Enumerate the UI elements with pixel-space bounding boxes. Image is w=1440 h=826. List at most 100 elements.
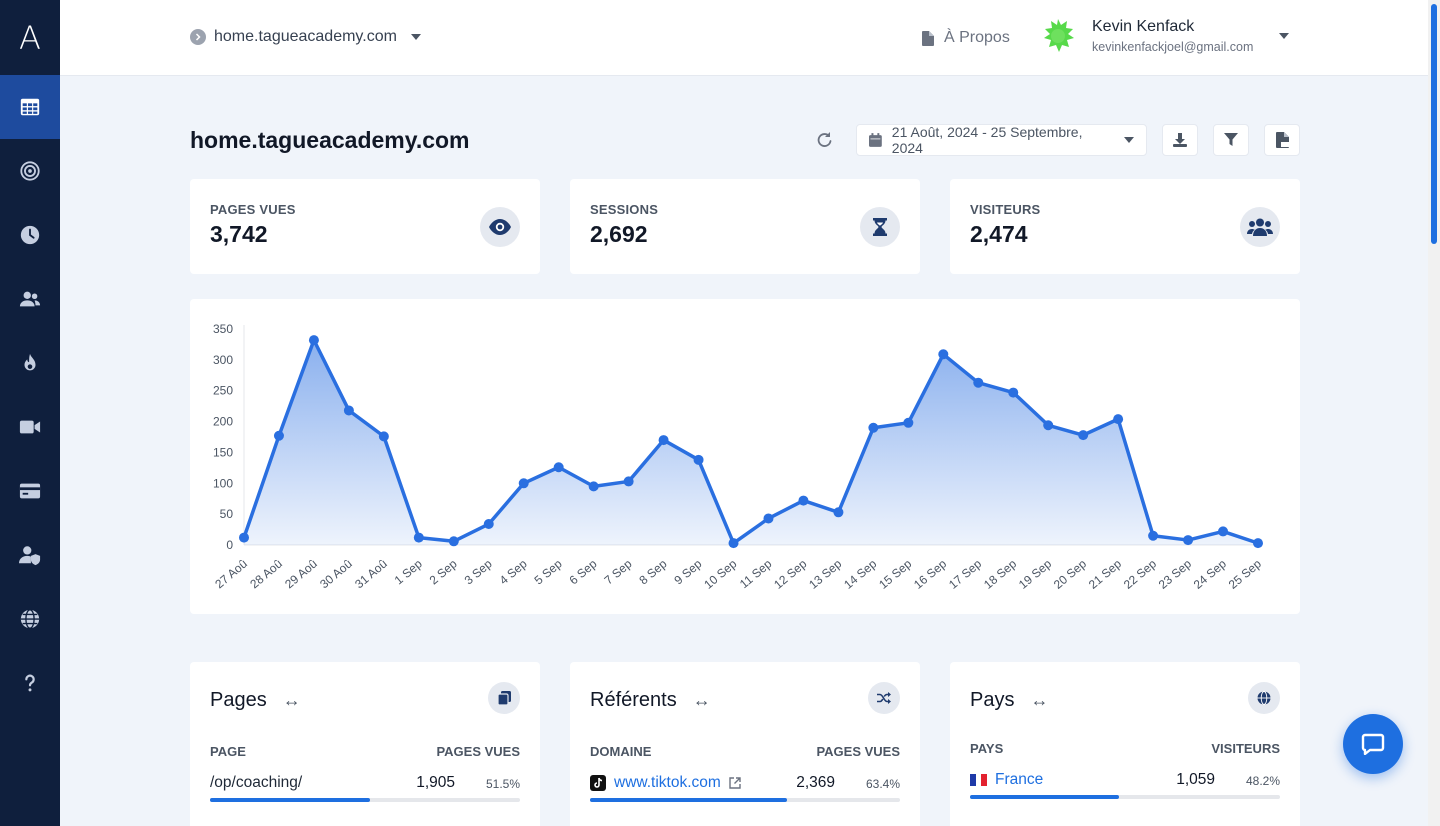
data-point <box>1218 526 1229 537</box>
user-shield-icon <box>19 546 41 566</box>
data-point <box>1113 414 1124 425</box>
x-tick-label: 9 Sep <box>671 556 704 587</box>
pages-title: Pages <box>210 689 267 711</box>
row-name: /op/coaching/ <box>210 774 303 791</box>
countries-panel: Pays ↔ PAYS VISITEURS France 1,059 48.2% <box>950 662 1300 826</box>
y-tick-label: 50 <box>220 507 234 521</box>
expand-arrows-icon[interactable]: ↔ <box>283 690 301 711</box>
x-tick-label: 1 Sep <box>392 556 425 587</box>
x-tick-label: 24 Sep <box>1191 556 1229 591</box>
export-pdf-button[interactable] <box>1264 124 1300 156</box>
row-percent: 63.4% <box>865 777 900 791</box>
user-email: kevinkenfackjoel@gmail.com <box>1092 40 1254 54</box>
table-row: /op/coaching/ 1,905 51.5% <box>210 772 520 804</box>
avatar <box>1040 18 1076 54</box>
user-menu[interactable]: Kevin Kenfack kevinkenfackjoel@gmail.com <box>1040 18 1290 54</box>
y-tick-label: 250 <box>213 384 233 398</box>
sidebar-item-heatmaps[interactable] <box>0 331 60 395</box>
stat-value: 2,692 <box>590 221 648 247</box>
about-link[interactable]: À Propos <box>922 29 1010 47</box>
hourglass-icon <box>860 207 900 247</box>
data-point <box>693 454 704 465</box>
x-tick-label: 29 Aoû <box>282 557 320 592</box>
expand-arrows-icon[interactable]: ↔ <box>1030 690 1048 711</box>
row-value: 1,905 <box>416 774 455 791</box>
x-tick-label: 23 Sep <box>1156 556 1194 591</box>
data-point <box>1148 530 1159 541</box>
sidebar-item-team[interactable] <box>0 523 60 587</box>
x-tick-label: 10 Sep <box>701 556 739 591</box>
x-tick-label: 4 Sep <box>497 556 530 587</box>
refresh-icon[interactable] <box>814 130 834 150</box>
referrers-panel: Référents ↔ DOMAINE PAGES VUES www.tikto… <box>570 662 920 826</box>
data-point <box>239 532 249 543</box>
progress-fill <box>970 795 1120 799</box>
x-tick-label: 14 Sep <box>841 556 879 591</box>
filter-button[interactable] <box>1213 124 1249 156</box>
country-link[interactable]: France <box>970 771 1043 789</box>
y-tick-label: 200 <box>213 415 233 429</box>
sidebar-item-goals[interactable] <box>0 139 60 203</box>
column-header: PAYS <box>970 741 1004 756</box>
card-icon <box>19 483 41 499</box>
x-tick-label: 2 Sep <box>427 556 460 587</box>
data-point <box>343 405 354 416</box>
calendar-icon <box>869 133 882 147</box>
data-point <box>973 377 984 388</box>
column-header: VISITEURS <box>1211 741 1280 756</box>
column-header: PAGES VUES <box>436 744 520 759</box>
site-selector[interactable]: home.tagueacademy.com <box>190 28 421 46</box>
sidebar-item-websites[interactable] <box>0 587 60 651</box>
external-link-icon[interactable] <box>729 777 741 789</box>
x-tick-label: 28 Aoû <box>247 557 285 592</box>
sidebar-item-dashboard[interactable] <box>0 75 60 139</box>
download-button[interactable] <box>1162 124 1198 156</box>
data-point <box>483 519 494 530</box>
sidebar-item-billing[interactable] <box>0 459 60 523</box>
sidebar-item-recordings[interactable] <box>0 395 60 459</box>
data-point <box>938 349 949 360</box>
date-range-picker[interactable]: 21 Août, 2024 - 25 Septembre, 2024 <box>856 124 1147 156</box>
shuffle-icon[interactable] <box>868 682 900 714</box>
france-flag-icon <box>970 774 987 786</box>
sidebar-item-realtime[interactable] <box>0 203 60 267</box>
country-name: France <box>995 771 1044 788</box>
x-tick-label: 7 Sep <box>602 556 635 587</box>
row-value: 1,059 <box>1176 771 1215 788</box>
globe-icon[interactable] <box>1248 682 1280 714</box>
sidebar-item-help[interactable] <box>0 651 60 715</box>
progress-bar <box>590 798 900 802</box>
referrer-link[interactable]: www.tiktok.com <box>590 774 741 792</box>
app-logo[interactable]: A <box>0 0 60 75</box>
data-point <box>798 495 809 506</box>
sidebar-item-users[interactable] <box>0 267 60 331</box>
x-tick-label: 19 Sep <box>1016 556 1054 591</box>
x-tick-label: 8 Sep <box>636 556 669 587</box>
stat-value: 3,742 <box>210 221 268 247</box>
y-tick-label: 0 <box>226 538 233 552</box>
topbar: home.tagueacademy.com À Propos Kevin Ken… <box>60 0 1428 76</box>
pageviews-chart: 0 50 100 150 200 250 300 350 27 Aoû 28 Aoû 29 Aoû 3… <box>190 299 1300 614</box>
chart-svg: 05010015020025030035027 Aoû28 Aoû29 Aoû3… <box>212 322 1264 592</box>
x-tick-label: 15 Sep <box>876 556 914 591</box>
column-header: PAGES VUES <box>816 744 900 759</box>
x-tick-label: 20 Sep <box>1051 556 1089 591</box>
page-scrollbar[interactable] <box>1428 0 1440 826</box>
target-icon <box>20 161 40 181</box>
x-tick-label: 13 Sep <box>806 556 844 591</box>
copy-icon[interactable] <box>488 682 520 714</box>
tiktok-icon <box>590 775 606 791</box>
pdf-icon <box>1275 132 1289 148</box>
y-tick-label: 350 <box>213 322 233 336</box>
row-value: 2,369 <box>796 774 835 791</box>
x-tick-label: 6 Sep <box>567 556 600 587</box>
data-point <box>553 462 564 473</box>
help-icon <box>25 674 35 692</box>
scrollbar-thumb[interactable] <box>1431 4 1437 244</box>
x-tick-label: 17 Sep <box>946 556 984 591</box>
chat-button[interactable] <box>1343 714 1403 774</box>
expand-arrows-icon[interactable]: ↔ <box>693 690 711 711</box>
users-icon <box>1240 207 1280 247</box>
chevron-down-icon <box>410 34 421 40</box>
stat-label: PAGES VUES <box>210 202 296 217</box>
